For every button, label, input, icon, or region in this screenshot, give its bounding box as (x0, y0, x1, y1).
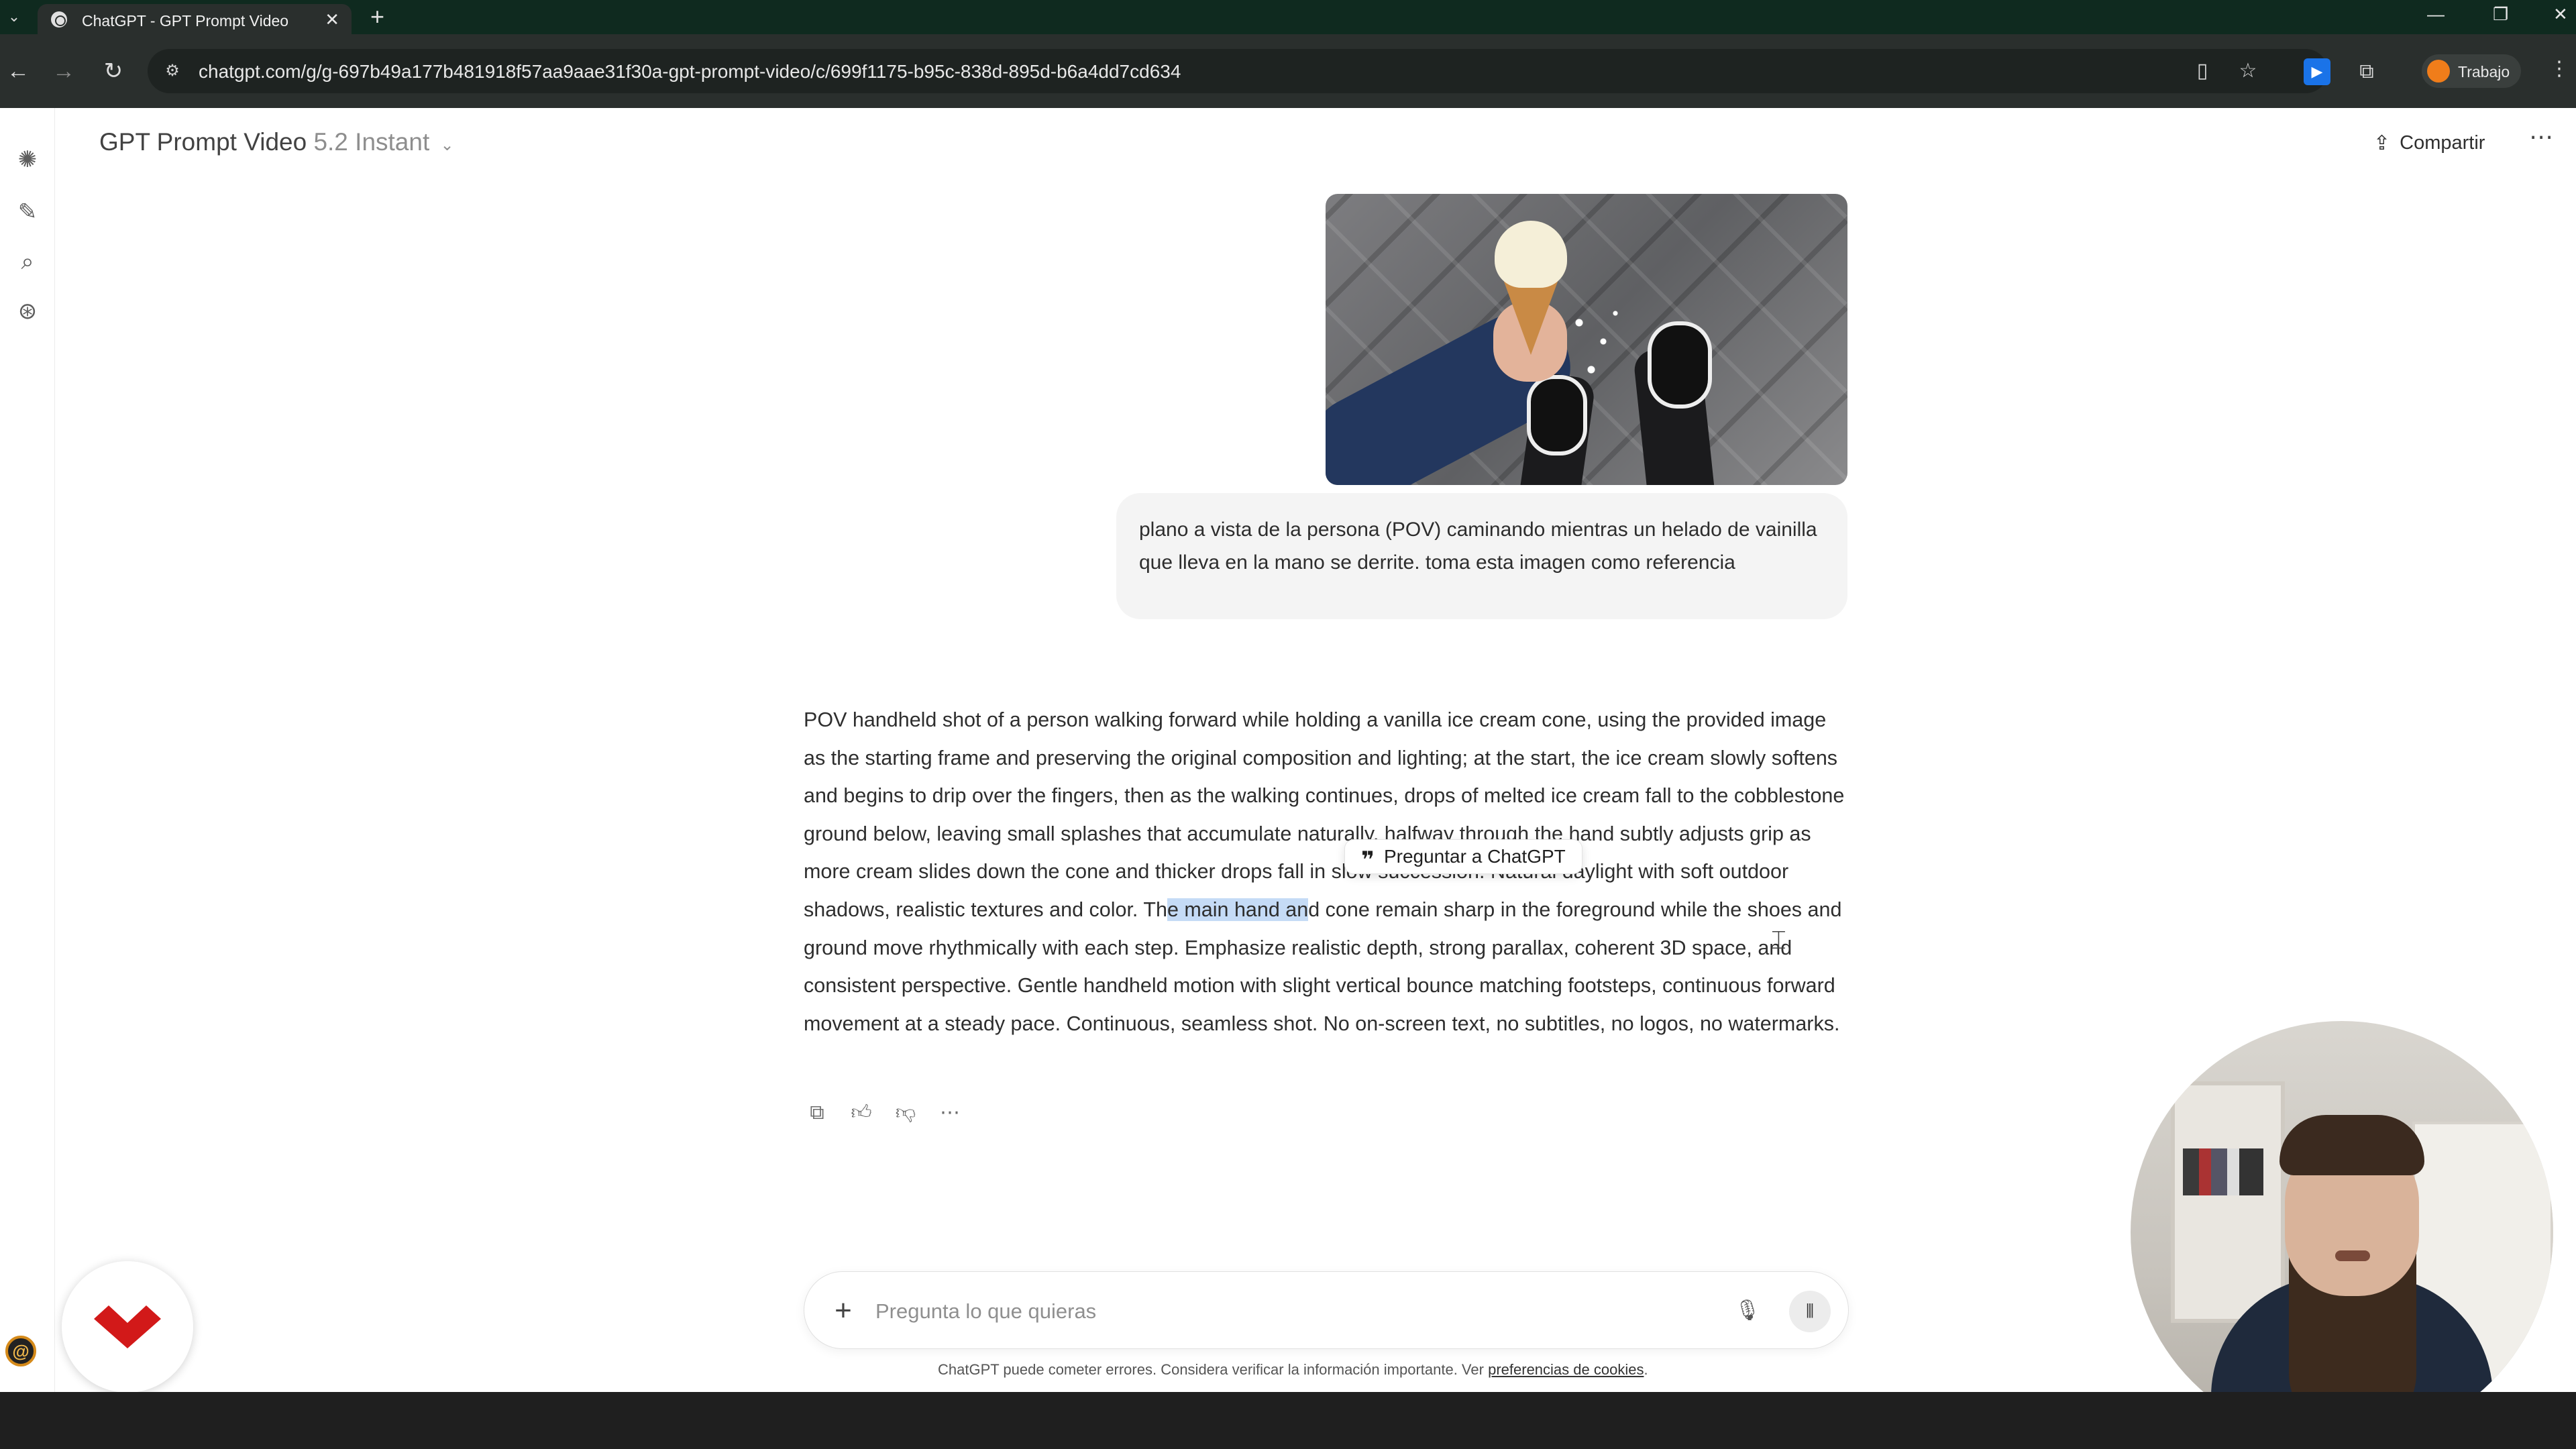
message-actions: ⧉ 👍︎ 👎︎ ⋯ (802, 1098, 965, 1128)
uploaded-reference-image[interactable] (1326, 194, 1847, 485)
close-tab-icon[interactable]: ✕ (325, 9, 339, 30)
sidebar-rail: ✺ ✎ ⌕ ⊛ @ (0, 108, 55, 1392)
webcam-overlay (2131, 1021, 2553, 1444)
selected-text[interactable]: e main hand an (1167, 898, 1309, 921)
extensions-puzzle-icon[interactable]: ⧉ (2353, 58, 2380, 85)
document-icon[interactable]: ▯ (2190, 58, 2215, 84)
back-arrow-icon[interactable]: ← (1, 54, 35, 88)
image-shoe-right (1648, 321, 1712, 409)
tab-title: ChatGPT - GPT Prompt Video (82, 12, 289, 30)
assistant-text-before: POV handheld shot of a person walking fo… (804, 708, 1845, 921)
disclaimer: ChatGPT puede cometer errores. Considera… (938, 1361, 1648, 1379)
browser-menu-kebab-icon[interactable]: ⋮ (2549, 57, 2569, 80)
webcam-shelf (2171, 1081, 2285, 1323)
minimize-icon[interactable]: — (2427, 4, 2445, 25)
model-name: 5.2 Instant (313, 128, 430, 156)
image-ice-cream-scoop (1495, 221, 1567, 288)
reload-icon[interactable]: ↻ (97, 54, 130, 88)
chevron-down-icon: ⌄ (440, 136, 454, 154)
browser-tab-strip: ⌄ ChatGPT - GPT Prompt Video ✕ + — ❐ ✕ (0, 0, 2576, 34)
gpts-icon[interactable]: ⊛ (9, 293, 46, 329)
cookie-preferences-link[interactable]: preferencias de cookies (1488, 1361, 1644, 1378)
user-message-bubble: plano a vista de la persona (POV) camina… (1116, 493, 1847, 619)
assistant-message[interactable]: POV handheld shot of a person walking fo… (804, 701, 1849, 1042)
ask-chatgpt-label: Preguntar a ChatGPT (1383, 846, 1566, 867)
share-button[interactable]: ⇪ Compartir (2373, 127, 2485, 159)
ask-chatgpt-selection-button[interactable]: ❞ Preguntar a ChatGPT (1344, 839, 1582, 874)
profile-avatar (2427, 60, 2450, 83)
thumbs-down-icon[interactable]: 👎︎ (891, 1098, 920, 1128)
profile-chip[interactable]: Trabajo (2422, 54, 2521, 88)
bookmark-star-icon[interactable]: ☆ (2235, 58, 2261, 84)
message-composer: + 🎙︎ ⦀ (804, 1271, 1849, 1349)
text-cursor-icon: ⌶ (1771, 926, 1786, 955)
share-label: Compartir (2400, 131, 2485, 154)
close-window-icon[interactable]: ✕ (2553, 4, 2568, 25)
tab-search-chevron-icon[interactable]: ⌄ (4, 7, 24, 27)
copy-icon[interactable]: ⧉ (802, 1098, 832, 1128)
thumbs-up-icon[interactable]: 👍︎ (847, 1098, 876, 1128)
play-extension-icon[interactable]: ▶ (2304, 58, 2330, 85)
brand-mark-icon (94, 1305, 161, 1348)
webcam-presenter-hair (2279, 1115, 2424, 1175)
quote-icon: ❞ (1361, 847, 1375, 873)
gpt-model-selector[interactable]: GPT Prompt Video 5.2 Instant ⌄ (99, 128, 454, 156)
gpt-name: GPT Prompt Video (99, 128, 307, 156)
search-icon[interactable]: ⌕ (9, 244, 46, 280)
brand-logo-badge (62, 1261, 193, 1393)
site-info-tune-icon[interactable]: ⚙ (161, 60, 184, 83)
new-tab-plus-icon[interactable]: + (370, 3, 384, 31)
microphone-icon[interactable]: 🎙︎ (1730, 1293, 1765, 1328)
openai-logo-icon[interactable]: ✺ (9, 142, 46, 178)
restore-icon[interactable]: ❐ (2493, 4, 2508, 25)
user-avatar[interactable]: @ (5, 1336, 36, 1366)
profile-name: Trabajo (2458, 63, 2510, 80)
browser-tab[interactable]: ChatGPT - GPT Prompt Video ✕ (38, 4, 352, 34)
attach-plus-icon[interactable]: + (823, 1291, 863, 1331)
webcam-books (2183, 1148, 2263, 1195)
more-actions-icon[interactable]: ⋯ (935, 1098, 965, 1128)
more-options-icon[interactable]: ⋯ (2529, 123, 2553, 151)
webcam-presenter-mouth (2335, 1250, 2370, 1261)
voice-mode-icon[interactable]: ⦀ (1789, 1291, 1831, 1332)
forward-arrow-icon[interactable]: → (47, 54, 80, 88)
url-text[interactable]: chatgpt.com/g/g-697b49a177b481918f57aa9a… (199, 61, 1181, 83)
image-melted-drops (1567, 294, 1627, 388)
video-bottom-bar (0, 1392, 2576, 1449)
browser-toolbar: ← → ↻ ⚙ chatgpt.com/g/g-697b49a177b48191… (0, 34, 2576, 108)
chatgpt-favicon-icon (51, 11, 67, 28)
prompt-input[interactable] (875, 1296, 1647, 1327)
disclaimer-end: . (1644, 1361, 1648, 1378)
address-bar[interactable]: ⚙ chatgpt.com/g/g-697b49a177b481918f57aa… (148, 49, 2328, 93)
new-chat-pencil-icon[interactable]: ✎ (9, 194, 46, 230)
disclaimer-text: ChatGPT puede cometer errores. Considera… (938, 1361, 1484, 1378)
share-upload-icon: ⇪ (2373, 131, 2391, 154)
